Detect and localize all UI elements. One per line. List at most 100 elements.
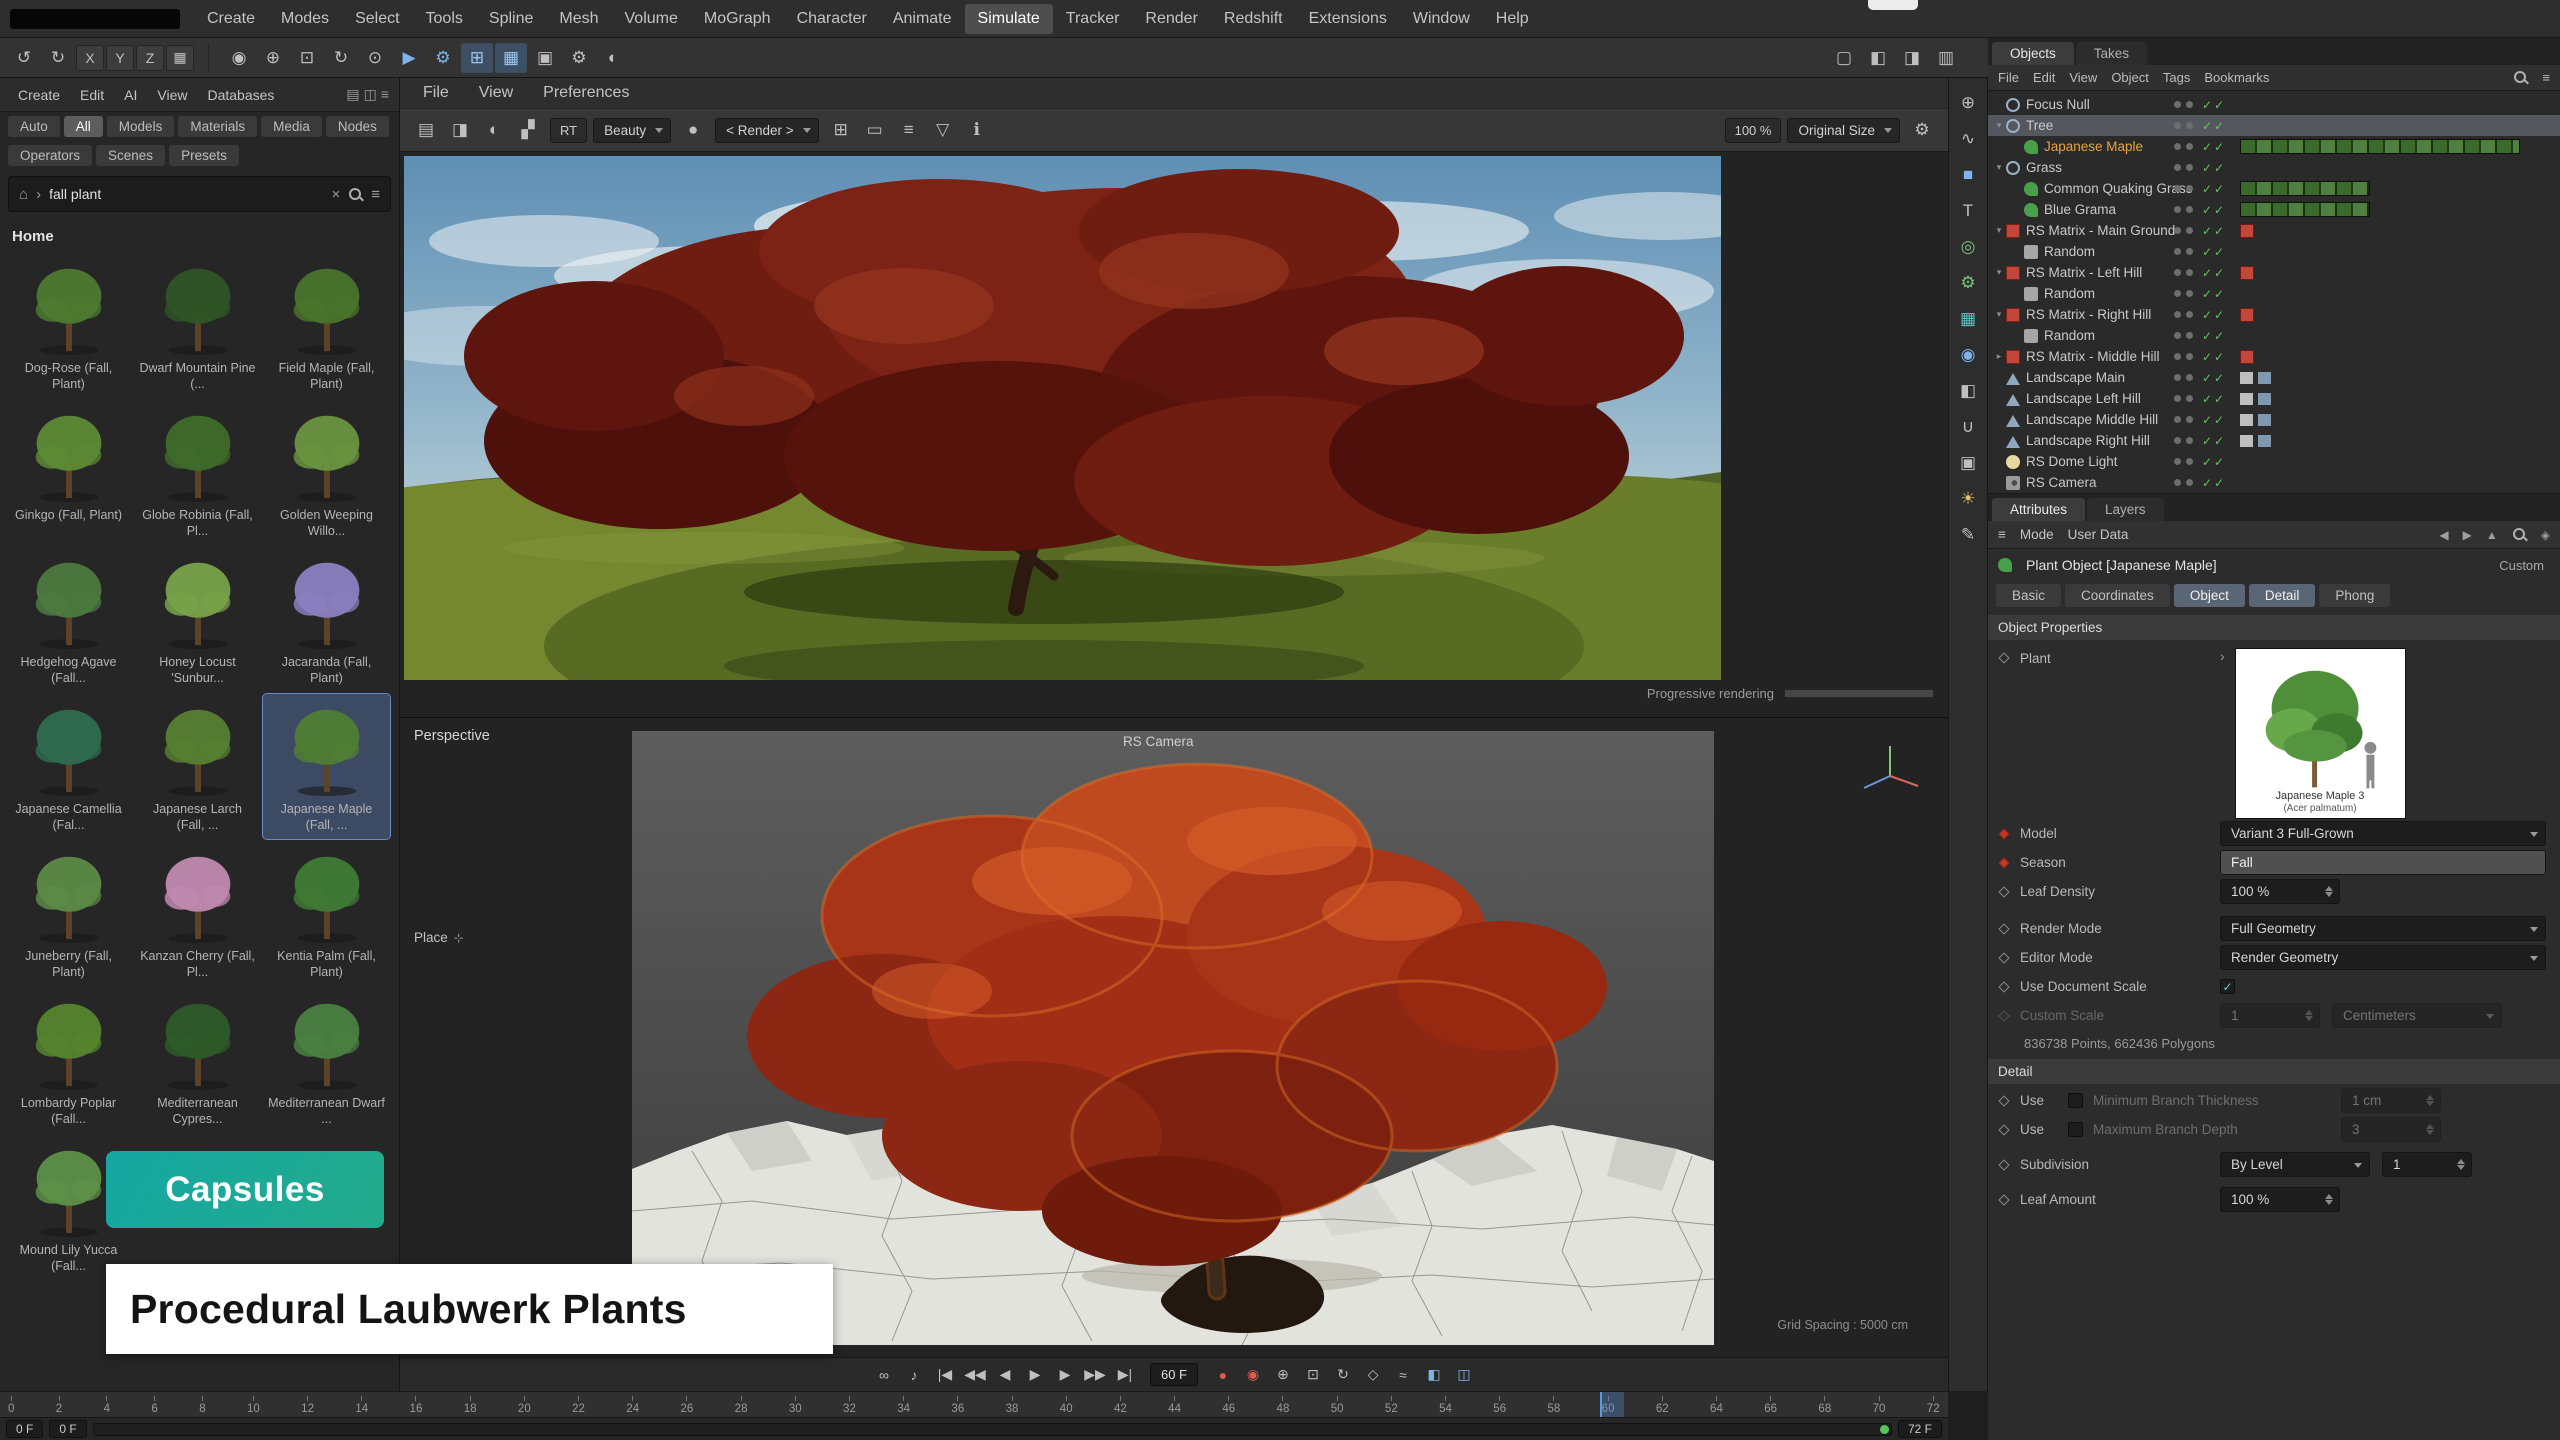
object-tags[interactable]: [2240, 266, 2254, 280]
enable-checkmarks[interactable]: ✓✓: [2202, 329, 2226, 343]
rt-button[interactable]: RT: [550, 118, 587, 143]
object-tree-row[interactable]: ▾ RS Matrix - Main Ground ✓✓: [1988, 220, 2560, 241]
detail-header[interactable]: Detail: [1988, 1059, 2560, 1084]
layout-4-button[interactable]: ▥: [1930, 43, 1962, 73]
min-branch-use-checkbox[interactable]: [2068, 1093, 2083, 1108]
enable-checkmarks[interactable]: ✓✓: [2202, 140, 2226, 154]
menubar-item[interactable]: Spline: [476, 4, 546, 34]
snap-toggle[interactable]: ⊞: [461, 43, 493, 73]
object-manager-tab[interactable]: Objects: [1992, 42, 2074, 65]
keyframe-dot[interactable]: [1998, 1124, 2009, 1135]
max-branch-use-checkbox[interactable]: [2068, 1122, 2083, 1137]
move-tool-icon[interactable]: ⊕: [1952, 88, 1984, 118]
object-tree-row[interactable]: ▸ RS Matrix - Middle Hill ✓✓: [1988, 346, 2560, 367]
goto-end-button[interactable]: ▶|: [1111, 1362, 1139, 1388]
visibility-dots[interactable]: [2174, 248, 2193, 255]
zoom-fit-icon[interactable]: ⊞: [825, 115, 857, 145]
menubar-item[interactable]: Tools: [413, 4, 476, 34]
record-pla-toggle[interactable]: ≈: [1389, 1362, 1417, 1388]
object-tree-row[interactable]: Random ✓✓: [1988, 325, 2560, 346]
render-settings-button[interactable]: ⚙: [563, 43, 595, 73]
visibility-dots[interactable]: [2174, 206, 2193, 213]
enable-checkmarks[interactable]: ✓✓: [2202, 224, 2226, 238]
object-tree-row[interactable]: Landscape Main ✓✓: [1988, 367, 2560, 388]
generator-gear-icon[interactable]: ⚙: [1952, 268, 1984, 298]
lock-icon[interactable]: ◈: [2541, 528, 2550, 542]
axis-y-button[interactable]: Y: [106, 45, 134, 71]
object-tags[interactable]: [2240, 372, 2276, 384]
plant-asset[interactable]: Kentia Palm (Fall, Plant): [263, 841, 390, 986]
boole-icon[interactable]: ◧: [1952, 376, 1984, 406]
visibility-dots[interactable]: [2174, 479, 2193, 486]
cloner-icon[interactable]: ▦: [1952, 304, 1984, 334]
search-icon[interactable]: [348, 187, 363, 202]
enable-checkmarks[interactable]: ✓✓: [2202, 350, 2226, 364]
visibility-dots[interactable]: [2174, 101, 2193, 108]
object-tree-row[interactable]: ▾ Grass ✓✓: [1988, 157, 2560, 178]
workplane-lock-icon[interactable]: ▦: [166, 45, 194, 71]
object-manager-menu-item[interactable]: Tags: [2163, 70, 2190, 85]
expander-icon[interactable]: ▾: [1992, 162, 2006, 173]
magnet-tool-icon[interactable]: ∪: [1952, 412, 1984, 442]
scale-tool[interactable]: ⊡: [291, 43, 323, 73]
record-position-toggle[interactable]: ⊕: [1269, 1362, 1297, 1388]
asset-browser-menu-item[interactable]: View: [149, 83, 195, 107]
plant-asset[interactable]: Ginkgo (Fall, Plant): [5, 400, 132, 545]
info-icon[interactable]: ℹ: [961, 115, 993, 145]
asset-search-input[interactable]: fall plant: [49, 186, 323, 202]
history-back-icon[interactable]: ◀: [2439, 528, 2448, 542]
object-tree-row[interactable]: Japanese Maple ✓✓: [1988, 136, 2560, 157]
asset-filter-tab[interactable]: Presets: [169, 145, 239, 166]
menubar-item[interactable]: Create: [194, 4, 268, 34]
keyframe-dot[interactable]: [1998, 1194, 2009, 1205]
menubar-item[interactable]: Mesh: [546, 4, 611, 34]
material-pencil-icon[interactable]: ✎: [1952, 520, 1984, 550]
subdivision-mode-dropdown[interactable]: By Level: [2220, 1152, 2370, 1177]
object-tree-row[interactable]: Landscape Right Hill ✓✓: [1988, 430, 2560, 451]
custom-preset-label[interactable]: Custom: [2499, 558, 2550, 573]
undo-icon[interactable]: ↺: [8, 43, 40, 73]
keyframe-selection-icon[interactable]: ◧: [1420, 1362, 1448, 1388]
keyframe-dot[interactable]: [1998, 886, 2009, 897]
plant-asset[interactable]: Mediterranean Cypres...: [134, 988, 261, 1133]
layout-2-button[interactable]: ◧: [1862, 43, 1894, 73]
asset-filter-tab[interactable]: Operators: [8, 145, 92, 166]
keyframe-dot[interactable]: [1998, 857, 2009, 868]
plant-asset[interactable]: Dog-Rose (Fall, Plant): [5, 253, 132, 398]
object-filter-icon[interactable]: ≡: [2542, 70, 2550, 85]
menubar-item[interactable]: Redshift: [1211, 4, 1296, 34]
text-object-icon[interactable]: T: [1952, 196, 1984, 226]
enable-checkmarks[interactable]: ✓✓: [2202, 434, 2226, 448]
light-object-icon[interactable]: ☀: [1952, 484, 1984, 514]
object-manager-menu-item[interactable]: Edit: [2033, 70, 2055, 85]
visibility-dots[interactable]: [2174, 269, 2193, 276]
attribute-section-tab[interactable]: Object: [2174, 584, 2245, 607]
keyframe-dot[interactable]: [1998, 1095, 2009, 1106]
image-size-dropdown[interactable]: Original Size: [1787, 118, 1900, 143]
grid-toggle[interactable]: ▦: [495, 43, 527, 73]
menubar-item[interactable]: Window: [1400, 4, 1483, 34]
object-tree-row[interactable]: ▾ Tree ✓✓: [1988, 115, 2560, 136]
menubar-item[interactable]: Animate: [880, 4, 965, 34]
visibility-dots[interactable]: [2174, 353, 2193, 360]
plant-asset[interactable]: Field Maple (Fall, Plant): [263, 253, 390, 398]
record-parameter-toggle[interactable]: ◇: [1359, 1362, 1387, 1388]
user-data-menu[interactable]: User Data: [2068, 527, 2129, 542]
enable-checkmarks[interactable]: ✓✓: [2202, 119, 2226, 133]
expander-icon[interactable]: ▸: [1992, 351, 2006, 362]
object-tags[interactable]: [2240, 414, 2276, 426]
model-dropdown[interactable]: Variant 3 Full-Grown: [2220, 821, 2546, 846]
object-tree-row[interactable]: Landscape Middle Hill ✓✓: [1988, 409, 2560, 430]
render-view-menu-item[interactable]: File: [410, 78, 462, 108]
visibility-dots[interactable]: [2174, 185, 2193, 192]
asset-browser-menu-item[interactable]: Edit: [72, 83, 112, 107]
object-tags[interactable]: [2240, 181, 2370, 196]
cube-primitive-icon[interactable]: ■: [1952, 160, 1984, 190]
object-tree-row[interactable]: Focus Null ✓✓: [1988, 94, 2560, 115]
attribute-burger-icon[interactable]: ≡: [1998, 527, 2006, 542]
range-start-field[interactable]: 0 F: [6, 1420, 43, 1438]
object-tree-row[interactable]: RS Camera ✓✓: [1988, 472, 2560, 493]
timeline-playhead[interactable]: [1600, 1392, 1624, 1418]
move-tool[interactable]: ⊕: [257, 43, 289, 73]
enable-checkmarks[interactable]: ✓✓: [2202, 455, 2226, 469]
